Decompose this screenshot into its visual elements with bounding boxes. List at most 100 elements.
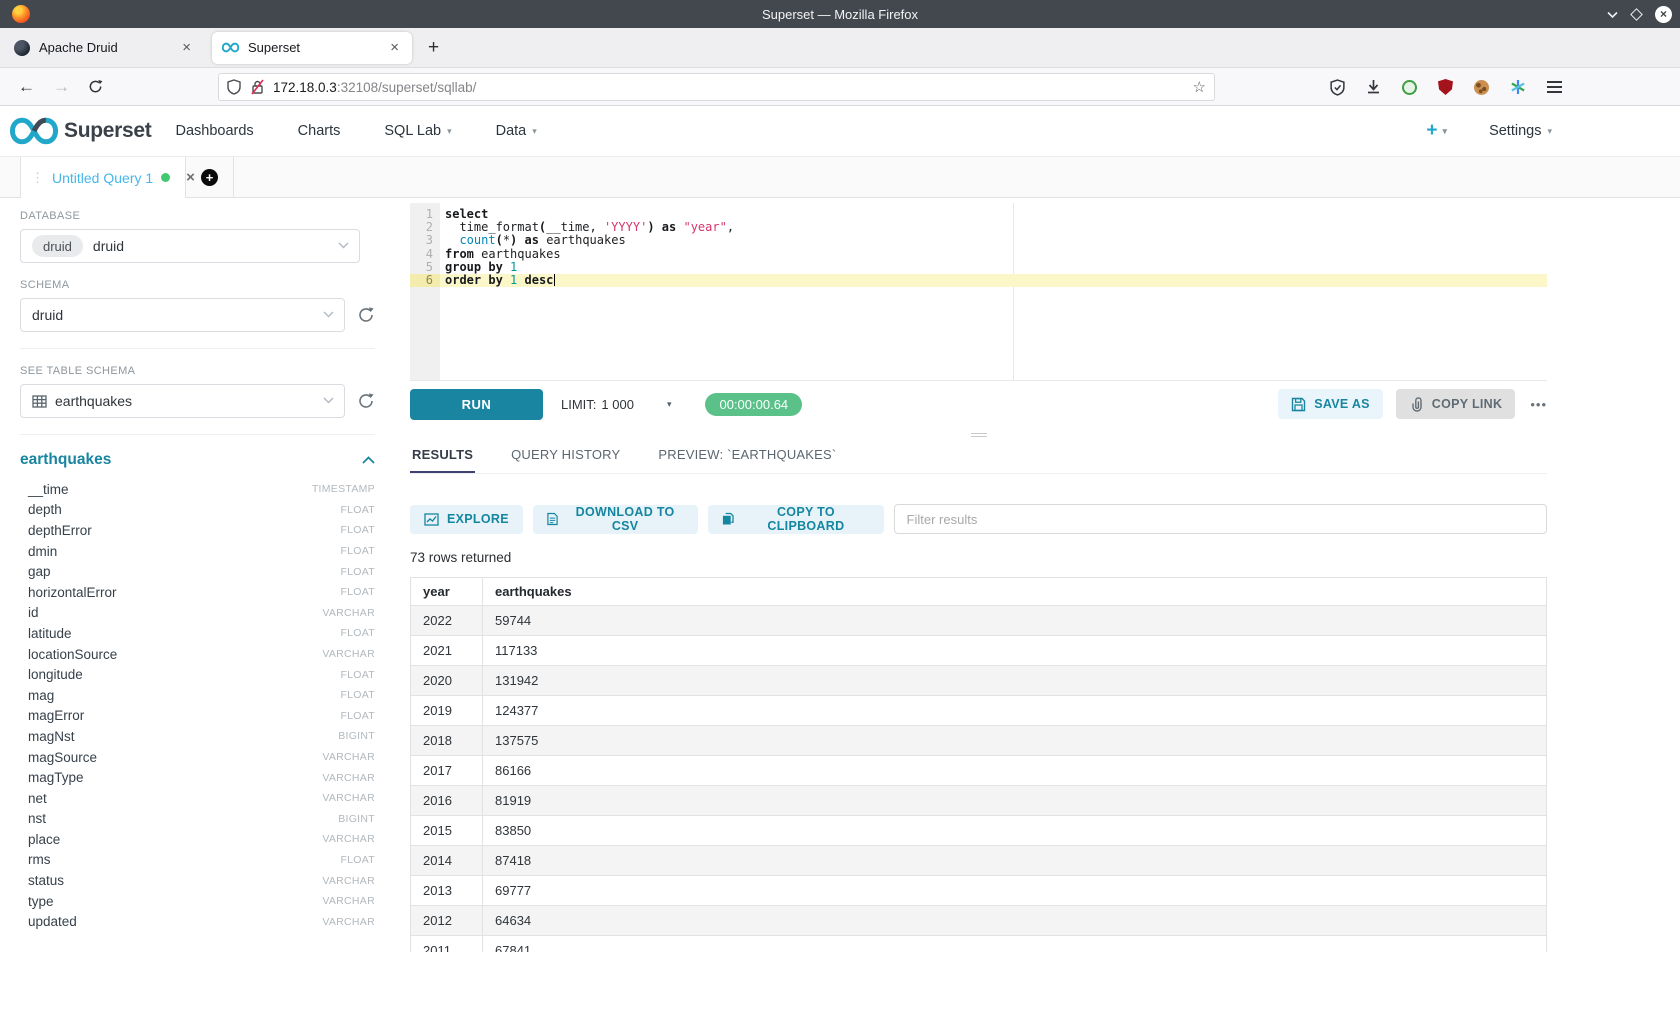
tab-preview-earthquakes[interactable]: PREVIEW: `EARTHQUAKES` bbox=[656, 439, 838, 473]
save-as-button[interactable]: SAVE AS bbox=[1278, 389, 1383, 419]
column-row[interactable]: longitudeFLOAT bbox=[20, 664, 375, 685]
add-query-tab[interactable]: + bbox=[186, 157, 234, 197]
tab-close-icon[interactable]: × bbox=[387, 39, 402, 56]
nav-dashboards[interactable]: Dashboards bbox=[175, 123, 253, 139]
copy-clipboard-button[interactable]: COPY TO CLIPBOARD bbox=[708, 505, 883, 534]
column-row[interactable]: latitudeFLOAT bbox=[20, 623, 375, 644]
cookie-extension-icon[interactable] bbox=[1474, 80, 1489, 95]
back-icon[interactable]: ← bbox=[18, 77, 35, 97]
superset-logo[interactable]: Superset bbox=[10, 117, 151, 145]
more-menu-button[interactable]: ••• bbox=[1530, 397, 1547, 412]
column-row[interactable]: magErrorFLOAT bbox=[20, 706, 375, 727]
browser-tab-superset[interactable]: Superset × bbox=[212, 32, 412, 64]
schema-select[interactable]: druid bbox=[20, 298, 345, 332]
sql-editor[interactable]: 123456 select time_format(__time, 'YYYY'… bbox=[410, 203, 1547, 381]
table-row[interactable]: 2018137575 bbox=[411, 726, 1547, 756]
column-row[interactable]: netVARCHAR bbox=[20, 788, 375, 809]
table-row[interactable]: 2020131942 bbox=[411, 666, 1547, 696]
nav-sql-lab[interactable]: SQL Lab▾ bbox=[384, 123, 451, 139]
nav-charts[interactable]: Charts bbox=[298, 123, 341, 139]
database-select[interactable]: druid druid bbox=[20, 229, 360, 263]
column-row[interactable]: locationSourceVARCHAR bbox=[20, 644, 375, 665]
column-header-earthquakes[interactable]: earthquakes bbox=[483, 578, 1547, 606]
refresh-table-icon[interactable] bbox=[357, 392, 375, 410]
reload-icon[interactable] bbox=[88, 79, 103, 94]
sparkle-extension-icon[interactable] bbox=[1510, 79, 1526, 95]
table-cell: 2013 bbox=[411, 876, 483, 906]
column-row[interactable]: __timeTIMESTAMP bbox=[20, 479, 375, 500]
browser-tabstrip: Apache Druid × Superset × + bbox=[0, 28, 1680, 68]
download-csv-button[interactable]: DOWNLOAD TO CSV bbox=[533, 505, 699, 534]
editor-gutter: 123456 bbox=[410, 203, 440, 380]
new-tab-button[interactable]: + bbox=[428, 37, 439, 59]
window-maximize-icon[interactable] bbox=[1630, 8, 1643, 21]
extension-green-icon[interactable] bbox=[1402, 80, 1417, 95]
table-row[interactable]: 2021117133 bbox=[411, 636, 1547, 666]
table-select[interactable]: earthquakes bbox=[20, 384, 345, 418]
filter-results-input[interactable] bbox=[894, 504, 1547, 534]
table-row[interactable]: 201487418 bbox=[411, 846, 1547, 876]
column-row[interactable]: depthFLOAT bbox=[20, 500, 375, 521]
refresh-schema-icon[interactable] bbox=[357, 306, 375, 324]
menu-hamburger-icon[interactable] bbox=[1547, 78, 1562, 96]
column-row[interactable]: magFLOAT bbox=[20, 685, 375, 706]
browser-tab-apache-druid[interactable]: Apache Druid × bbox=[4, 32, 204, 64]
column-row[interactable]: idVARCHAR bbox=[20, 603, 375, 624]
tab-close-icon[interactable]: × bbox=[179, 39, 194, 56]
column-row[interactable]: statusVARCHAR bbox=[20, 870, 375, 891]
table-row[interactable]: 201681919 bbox=[411, 786, 1547, 816]
table-row[interactable]: 201167841 bbox=[411, 936, 1547, 953]
column-row[interactable]: typeVARCHAR bbox=[20, 891, 375, 912]
table-cell: 59744 bbox=[483, 606, 1547, 636]
settings-menu[interactable]: Settings▾ bbox=[1489, 123, 1552, 139]
table-row[interactable]: 201583850 bbox=[411, 816, 1547, 846]
column-name: latitude bbox=[28, 626, 72, 641]
window-minimize-icon[interactable] bbox=[1607, 11, 1618, 18]
downloads-icon[interactable] bbox=[1366, 79, 1381, 95]
tracking-shield-icon[interactable] bbox=[227, 79, 241, 95]
editor-code[interactable]: select time_format(__time, 'YYYY') as "y… bbox=[440, 203, 1547, 380]
window-close-icon[interactable]: × bbox=[1655, 6, 1672, 23]
code-line[interactable]: count(*) as earthquakes bbox=[440, 234, 1547, 247]
column-row[interactable]: rmsFLOAT bbox=[20, 850, 375, 871]
table-row[interactable]: 201786166 bbox=[411, 756, 1547, 786]
limit-dropdown[interactable]: LIMIT: 1 000 ▾ bbox=[561, 397, 671, 412]
drag-handle-icon[interactable]: ⋮ bbox=[31, 170, 42, 186]
column-row[interactable]: placeVARCHAR bbox=[20, 829, 375, 850]
column-row[interactable]: magSourceVARCHAR bbox=[20, 747, 375, 768]
chevron-down-icon: ▾ bbox=[667, 399, 672, 410]
url-bar[interactable]: 172.18.0.3:32108/superset/sqllab/ ☆ bbox=[218, 73, 1215, 101]
protection-shield-icon[interactable] bbox=[1330, 79, 1345, 96]
column-row[interactable]: dminFLOAT bbox=[20, 541, 375, 562]
column-row[interactable]: magTypeVARCHAR bbox=[20, 767, 375, 788]
insecure-lock-icon[interactable] bbox=[250, 79, 265, 95]
column-row[interactable]: updatedVARCHAR bbox=[20, 911, 375, 932]
tab-query-history[interactable]: QUERY HISTORY bbox=[509, 439, 622, 473]
collapse-chevron-up-icon[interactable] bbox=[362, 456, 375, 464]
bookmark-star-icon[interactable]: ☆ bbox=[1193, 78, 1206, 96]
copy-link-button[interactable]: COPY LINK bbox=[1396, 389, 1516, 419]
column-row[interactable]: nstBIGINT bbox=[20, 809, 375, 830]
query-tab-untitled-1[interactable]: ⋮ Untitled Query 1 × bbox=[20, 157, 186, 198]
column-row[interactable]: depthErrorFLOAT bbox=[20, 520, 375, 541]
table-row[interactable]: 202259744 bbox=[411, 606, 1547, 636]
run-button[interactable]: RUN bbox=[410, 389, 543, 420]
column-row[interactable]: horizontalErrorFLOAT bbox=[20, 582, 375, 603]
code-line[interactable]: order by 1 desc bbox=[440, 274, 1547, 287]
column-row[interactable]: magNstBIGINT bbox=[20, 726, 375, 747]
forward-icon[interactable]: → bbox=[53, 77, 70, 97]
column-header-year[interactable]: year bbox=[411, 578, 483, 606]
explore-button[interactable]: EXPLORE bbox=[410, 505, 523, 534]
table-name-heading[interactable]: earthquakes bbox=[20, 451, 111, 469]
table-row[interactable]: 201264634 bbox=[411, 906, 1547, 936]
code-line[interactable]: group by 1 bbox=[440, 261, 1547, 274]
tab-results[interactable]: RESULTS bbox=[410, 439, 475, 473]
table-row[interactable]: 201369777 bbox=[411, 876, 1547, 906]
column-row[interactable]: gapFLOAT bbox=[20, 561, 375, 582]
new-item-button[interactable]: +▾ bbox=[1426, 120, 1447, 142]
pane-splitter[interactable] bbox=[410, 427, 1547, 439]
ublock-shield-icon[interactable] bbox=[1438, 79, 1453, 95]
nav-data[interactable]: Data▾ bbox=[496, 123, 537, 139]
table-row[interactable]: 2019124377 bbox=[411, 696, 1547, 726]
code-line[interactable]: from earthquakes bbox=[440, 248, 1547, 261]
